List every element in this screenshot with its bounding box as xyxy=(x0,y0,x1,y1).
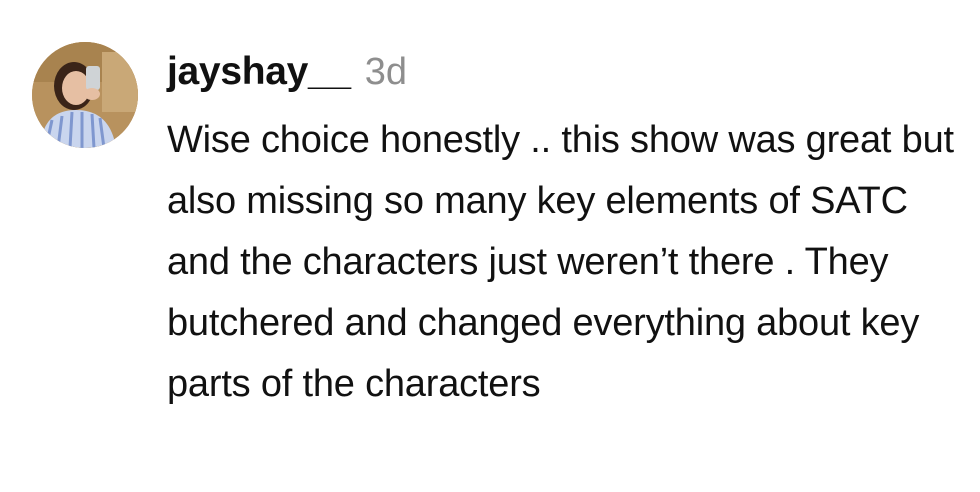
comment-body: jayshay__ 3d Wise choice honestly .. thi… xyxy=(167,50,967,415)
comment-timestamp: 3d xyxy=(364,51,408,93)
profile-photo-icon xyxy=(32,42,138,148)
username-link[interactable]: jayshay__ xyxy=(167,50,351,94)
comment-header: jayshay__ 3d xyxy=(167,50,967,104)
comment-item: jayshay__ 3d Wise choice honestly .. thi… xyxy=(0,0,980,492)
avatar[interactable] xyxy=(32,42,138,148)
comment-text: Wise choice honestly .. this show was gr… xyxy=(167,119,954,405)
